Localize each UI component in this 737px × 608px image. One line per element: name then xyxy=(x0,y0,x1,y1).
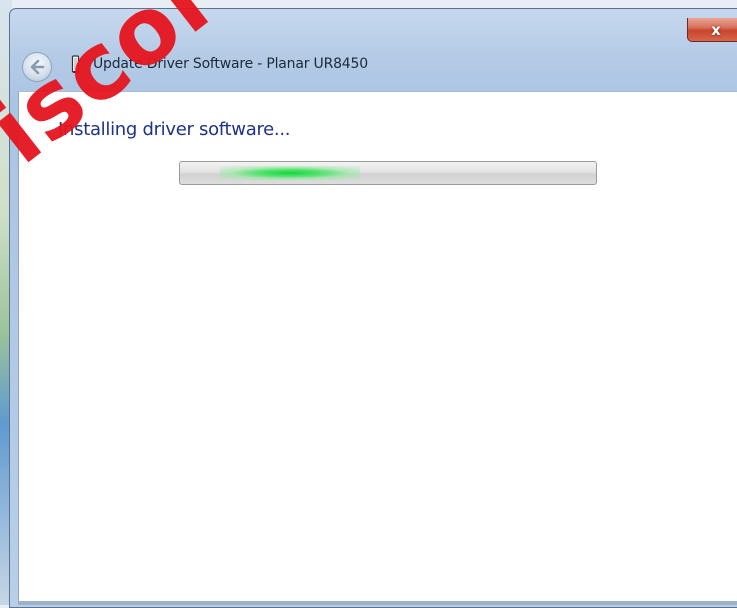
window-bottom-edge xyxy=(18,601,737,605)
title-bar: Update Driver Software - Planar UR8450 xyxy=(10,42,737,90)
page-heading: Installing driver software... xyxy=(58,119,291,140)
device-icon xyxy=(71,55,80,73)
back-button[interactable] xyxy=(22,52,52,82)
progress-bar xyxy=(179,161,597,185)
close-button[interactable]: x xyxy=(687,18,737,42)
back-arrow-icon xyxy=(30,59,45,75)
content-pane: Installing driver software... xyxy=(18,91,737,605)
window-title: Update Driver Software - Planar UR8450 xyxy=(93,56,368,72)
close-icon: x xyxy=(711,20,721,39)
progress-indicator xyxy=(220,166,360,180)
